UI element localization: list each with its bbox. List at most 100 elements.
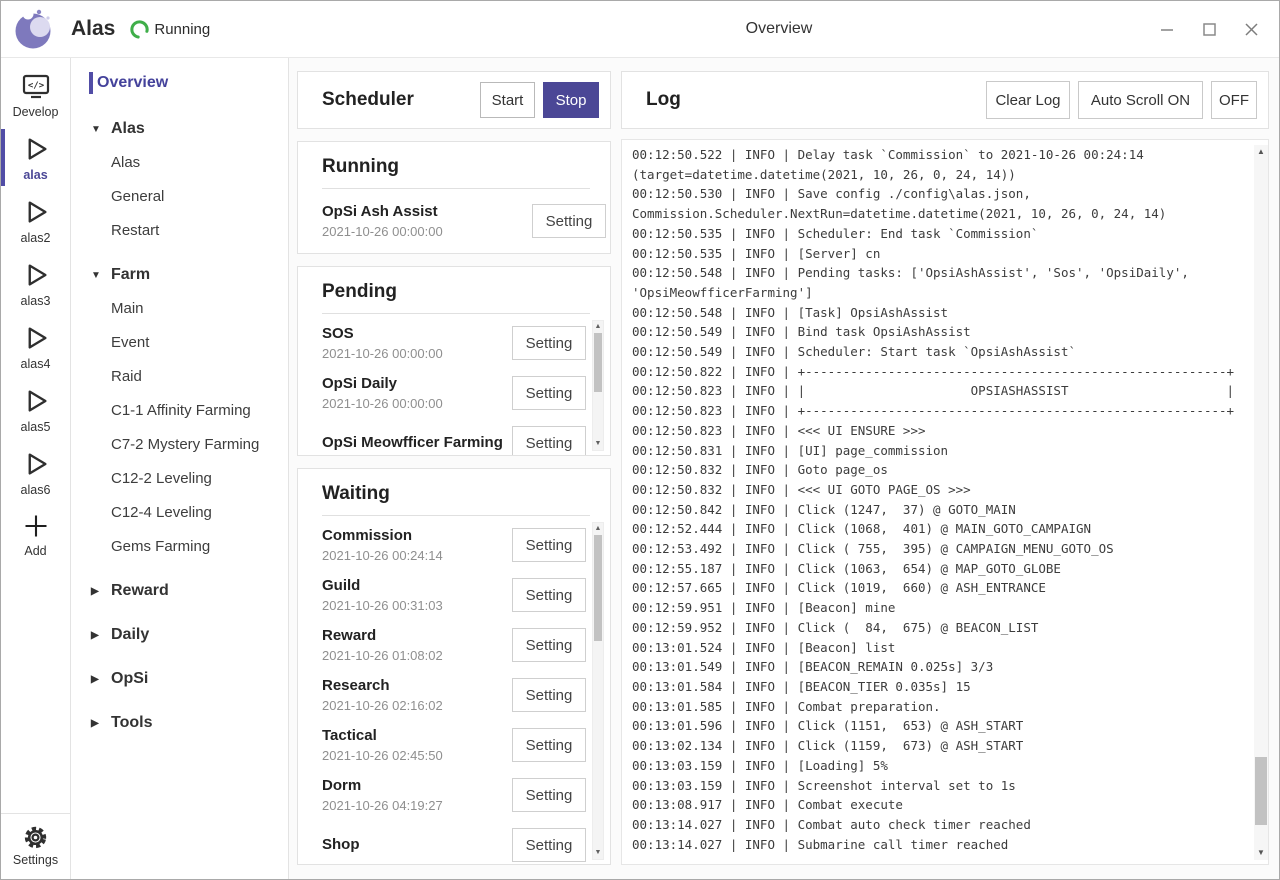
- log-line: 00:12:59.952 | INFO | Click ( 84, 675) @…: [632, 618, 1254, 638]
- nav-item-restart[interactable]: Restart: [71, 222, 288, 240]
- sidebar-item-alas3[interactable]: alas3: [1, 253, 70, 314]
- log-column: Log Clear Log Auto Scroll ON OFF 00:12:5…: [621, 71, 1269, 865]
- auto-scroll-on-button[interactable]: Auto Scroll ON: [1078, 81, 1203, 119]
- setting-button[interactable]: Setting: [532, 204, 606, 238]
- nav-group-reward[interactable]: ▶Reward: [71, 582, 288, 600]
- nav-group-label: Alas: [111, 120, 145, 138]
- log-line: 00:12:50.823 | INFO | | OPSIASHASSIST |: [632, 381, 1254, 401]
- setting-button[interactable]: Setting: [512, 828, 586, 862]
- log-line: 00:12:50.832 | INFO | Goto page_os: [632, 460, 1254, 480]
- pending-scrollbar[interactable]: ▲ ▼: [592, 320, 604, 451]
- sidebar-item-alas6[interactable]: alas6: [1, 442, 70, 503]
- auto-scroll-off-button[interactable]: OFF: [1211, 81, 1257, 119]
- scheduler-title: Scheduler: [322, 89, 480, 111]
- nav-item-c12-4-leveling[interactable]: C12-4 Leveling: [71, 504, 288, 522]
- nav-group-farm[interactable]: ▼Farm: [71, 266, 288, 284]
- setting-button[interactable]: Setting: [512, 376, 586, 410]
- status-text: Running: [154, 21, 210, 38]
- start-button[interactable]: Start: [480, 82, 535, 118]
- log-line: 00:12:50.548 | INFO | [Task] OpsiAshAssi…: [632, 303, 1254, 323]
- setting-button[interactable]: Setting: [512, 578, 586, 612]
- waiting-panel: Waiting Commission2021-10-26 00:24:14Set…: [297, 468, 611, 865]
- setting-button[interactable]: Setting: [512, 628, 586, 662]
- sidebar-item-alas[interactable]: alas: [1, 127, 70, 188]
- sidebar-item-alas5[interactable]: alas5: [1, 379, 70, 440]
- minimize-icon[interactable]: [1159, 21, 1175, 37]
- log-line: 00:13:01.549 | INFO | [BEACON_REMAIN 0.0…: [632, 657, 1254, 677]
- setting-button[interactable]: Setting: [512, 778, 586, 812]
- nav-item-raid[interactable]: Raid: [71, 368, 288, 386]
- setting-button[interactable]: Setting: [512, 678, 586, 712]
- sidebar-item-settings[interactable]: Settings: [1, 813, 70, 879]
- play-icon: [21, 260, 51, 290]
- log-line: 00:13:08.917 | INFO | Combat execute: [632, 795, 1254, 815]
- scroll-down-icon[interactable]: ▼: [595, 847, 602, 859]
- scrollbar-thumb[interactable]: [1255, 757, 1267, 826]
- maximize-icon[interactable]: [1201, 21, 1217, 37]
- nav-group-label: Farm: [111, 266, 150, 284]
- log-line: 00:13:03.159 | INFO | Screenshot interva…: [632, 776, 1254, 796]
- nav-item-c7-2-mystery-farming[interactable]: C7-2 Mystery Farming: [71, 436, 288, 454]
- scrollbar-thumb[interactable]: [594, 535, 602, 641]
- running-spinner-icon: [129, 19, 150, 40]
- settings-label: Settings: [13, 853, 58, 867]
- setting-button[interactable]: Setting: [512, 426, 586, 455]
- scroll-down-icon[interactable]: ▼: [595, 438, 602, 450]
- nav-group-tools[interactable]: ▶Tools: [71, 714, 288, 732]
- nav-item-c12-2-leveling[interactable]: C12-2 Leveling: [71, 470, 288, 488]
- nav-item-c1-1-affinity-farming[interactable]: C1-1 Affinity Farming: [71, 402, 288, 420]
- scroll-up-icon[interactable]: ▲: [595, 523, 602, 535]
- scrollbar-thumb[interactable]: [594, 333, 602, 392]
- task-row: Commission2021-10-26 00:24:14Setting: [322, 520, 586, 570]
- log-line: 00:12:50.831 | INFO | [UI] page_commissi…: [632, 441, 1254, 461]
- play-icon: [21, 449, 51, 479]
- nav-group-alas[interactable]: ▼Alas: [71, 120, 288, 138]
- alas-logo-icon: [11, 6, 57, 52]
- nav-group-daily[interactable]: ▶Daily: [71, 626, 288, 644]
- sidebar-item-develop[interactable]: </>Develop: [1, 66, 70, 125]
- task-name: Guild: [322, 577, 504, 595]
- task-row: ShopSetting: [322, 820, 586, 864]
- sidebar-item-alas2[interactable]: alas2: [1, 190, 70, 251]
- log-line: 00:12:59.951 | INFO | [Beacon] mine: [632, 598, 1254, 618]
- sidebar-item-label: alas4: [21, 357, 51, 371]
- scroll-up-icon[interactable]: ▲: [1257, 145, 1265, 159]
- play-icon: [21, 386, 51, 416]
- app-window: Alas Running Overview </>Developal: [0, 0, 1280, 880]
- scroll-down-icon[interactable]: ▼: [1257, 846, 1265, 860]
- scroll-up-icon[interactable]: ▲: [595, 321, 602, 333]
- nav-item-main[interactable]: Main: [71, 300, 288, 318]
- clear-log-button[interactable]: Clear Log: [986, 81, 1070, 119]
- chevron-right-icon: ▶: [91, 630, 102, 641]
- setting-button[interactable]: Setting: [512, 326, 586, 360]
- nav-item-overview[interactable]: Overview: [71, 72, 288, 94]
- log-line: 00:12:50.823 | INFO | +-----------------…: [632, 401, 1254, 421]
- sidebar-item-add[interactable]: Add: [1, 505, 70, 564]
- scheduler-status: Running: [129, 19, 210, 40]
- task-info: Tactical2021-10-26 02:45:50: [322, 727, 512, 763]
- setting-button[interactable]: Setting: [512, 728, 586, 762]
- close-icon[interactable]: [1243, 21, 1259, 37]
- play-icon: [21, 323, 51, 353]
- scheduler-column: Scheduler Start Stop Running OpSi Ash As…: [297, 71, 611, 865]
- task-row: OpSi Meowfficer FarmingSetting: [322, 418, 586, 455]
- nav-item-gems-farming[interactable]: Gems Farming: [71, 538, 288, 556]
- log-line: 00:13:03.159 | INFO | [Loading] 5%: [632, 756, 1254, 776]
- log-line: 00:13:14.027 | INFO | Combat auto check …: [632, 815, 1254, 835]
- gear-icon: [22, 824, 49, 851]
- nav-group-opsi[interactable]: ▶OpSi: [71, 670, 288, 688]
- nav-item-alas[interactable]: Alas: [71, 154, 288, 172]
- log-output: 00:12:50.522 | INFO | Delay task `Commis…: [621, 139, 1269, 865]
- log-line: 00:12:50.842 | INFO | Click (1247, 37) @…: [632, 500, 1254, 520]
- waiting-scrollbar[interactable]: ▲ ▼: [592, 522, 604, 860]
- page-title: Overview: [746, 20, 813, 38]
- sidebar-item-alas4[interactable]: alas4: [1, 316, 70, 377]
- setting-button[interactable]: Setting: [512, 528, 586, 562]
- nav-item-event[interactable]: Event: [71, 334, 288, 352]
- nav-item-general[interactable]: General: [71, 188, 288, 206]
- stop-button[interactable]: Stop: [543, 82, 599, 118]
- instance-sidebar: </>Developalasalas2alas3 alas4 alas5alas6A…: [1, 58, 71, 879]
- task-next-run-time: 2021-10-26 00:24:14: [322, 548, 504, 563]
- task-name: Reward: [322, 627, 504, 645]
- log-scrollbar[interactable]: ▲ ▼: [1254, 145, 1268, 860]
